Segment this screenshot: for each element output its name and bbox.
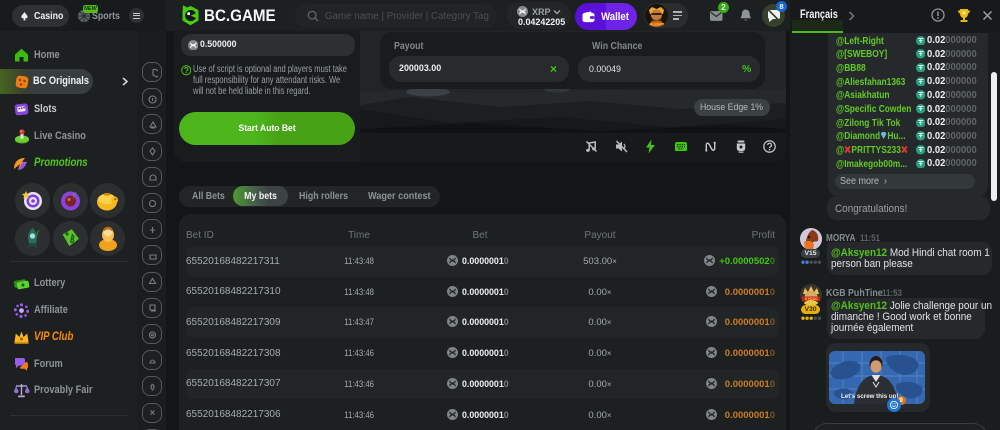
svg-text:ALWAYS: ALWAYS bbox=[650, 23, 665, 27]
